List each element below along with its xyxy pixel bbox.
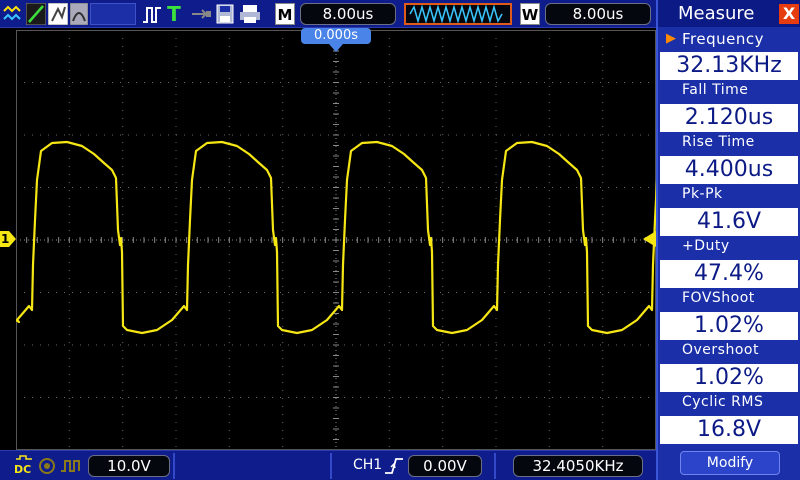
divider	[173, 453, 175, 479]
ch1-ground-marker[interactable]: 1	[0, 231, 16, 247]
divider	[494, 453, 496, 479]
bottom-status-bar: DC 10.0V CH1 0.00V 32.4050KHz	[0, 450, 656, 480]
measure-item-fovshoot[interactable]: FOVShoot 1.02%	[658, 288, 800, 340]
window-timebase-value[interactable]: 8.00us	[545, 3, 651, 25]
run-mode-icon[interactable]	[69, 2, 89, 26]
measure-value: 32.13KHz	[660, 52, 798, 80]
measure-item-fall-time[interactable]: Fall Time 2.120us	[658, 80, 800, 132]
measure-item-plus-duty[interactable]: +Duty 47.4%	[658, 236, 800, 288]
waveform-icon[interactable]	[2, 3, 24, 25]
measure-value: 47.4%	[660, 260, 798, 288]
ch2-probe-icon[interactable]	[47, 2, 69, 26]
measure-panel-title: Measure	[678, 3, 755, 24]
main-timebase-indicator: M	[275, 3, 295, 25]
rising-edge-icon[interactable]	[384, 456, 404, 476]
measure-value: 4.400us	[660, 156, 798, 184]
trigger-t-icon: T	[167, 2, 181, 26]
main-timebase-value[interactable]: 8.00us	[300, 3, 396, 25]
ch1-coupling-icon[interactable]: DC	[14, 454, 34, 478]
save-icon[interactable]	[215, 3, 235, 25]
top-toolbar: T M 8.00us W 8.00us	[0, 0, 656, 28]
measure-value: 2.120us	[660, 104, 798, 132]
ch1-scale-value[interactable]: 10.0V	[88, 455, 170, 477]
measure-label: Overshoot	[682, 342, 759, 358]
divider	[330, 453, 332, 479]
measure-panel: Measure X ▶ Frequency 32.13KHz Fall Time…	[656, 0, 800, 480]
measure-label: Cyclic RMS	[682, 394, 764, 410]
print-icon[interactable]	[239, 3, 261, 25]
measure-item-overshoot[interactable]: Overshoot 1.02%	[658, 340, 800, 392]
trigger-level-value[interactable]: 0.00V	[408, 455, 482, 477]
measure-label: Rise Time	[682, 134, 755, 150]
bandwidth-limit-icon	[38, 457, 56, 475]
measure-label: +Duty	[682, 238, 730, 254]
window-timebase-indicator: W	[520, 3, 540, 25]
selected-arrow-icon: ▶	[666, 31, 676, 46]
measure-item-frequency[interactable]: ▶ Frequency 32.13KHz	[658, 28, 800, 80]
measure-value: 1.02%	[660, 312, 798, 340]
invert-icon	[60, 457, 82, 475]
usb-icon	[190, 3, 212, 25]
measure-value: 16.8V	[660, 416, 798, 444]
trigger-position-marker[interactable]: 0.000s	[301, 28, 371, 44]
measure-label: Fall Time	[682, 82, 749, 98]
modify-button[interactable]: Modify	[680, 451, 780, 475]
trigger-position-arrow	[329, 44, 343, 52]
window-position-icon	[404, 3, 512, 25]
trigger-position-label: 0.000s	[314, 28, 358, 43]
status-display	[90, 3, 136, 25]
measure-item-pk-pk[interactable]: Pk-Pk 41.6V	[658, 184, 800, 236]
graticule	[16, 30, 656, 450]
ch1-probe-icon[interactable]	[25, 2, 47, 26]
measure-label: FOVShoot	[682, 290, 755, 306]
measure-panel-header: Measure X	[658, 0, 800, 27]
ch1-marker-label: 1	[1, 232, 10, 246]
measure-label: Frequency	[682, 30, 764, 48]
pulse-icon	[142, 3, 162, 25]
ch1-coupling-label: DC	[14, 463, 32, 476]
measure-value: 1.02%	[660, 364, 798, 392]
trigger-level-marker[interactable]	[643, 231, 656, 247]
trigger-frequency-value: 32.4050KHz	[513, 455, 643, 477]
measure-item-cyclic-rms[interactable]: Cyclic RMS 16.8V	[658, 392, 800, 444]
trigger-source-label: CH1	[353, 457, 383, 473]
measure-item-rise-time[interactable]: Rise Time 4.400us	[658, 132, 800, 184]
close-button[interactable]: X	[779, 4, 799, 24]
measure-value: 41.6V	[660, 208, 798, 236]
measure-label: Pk-Pk	[682, 186, 723, 202]
